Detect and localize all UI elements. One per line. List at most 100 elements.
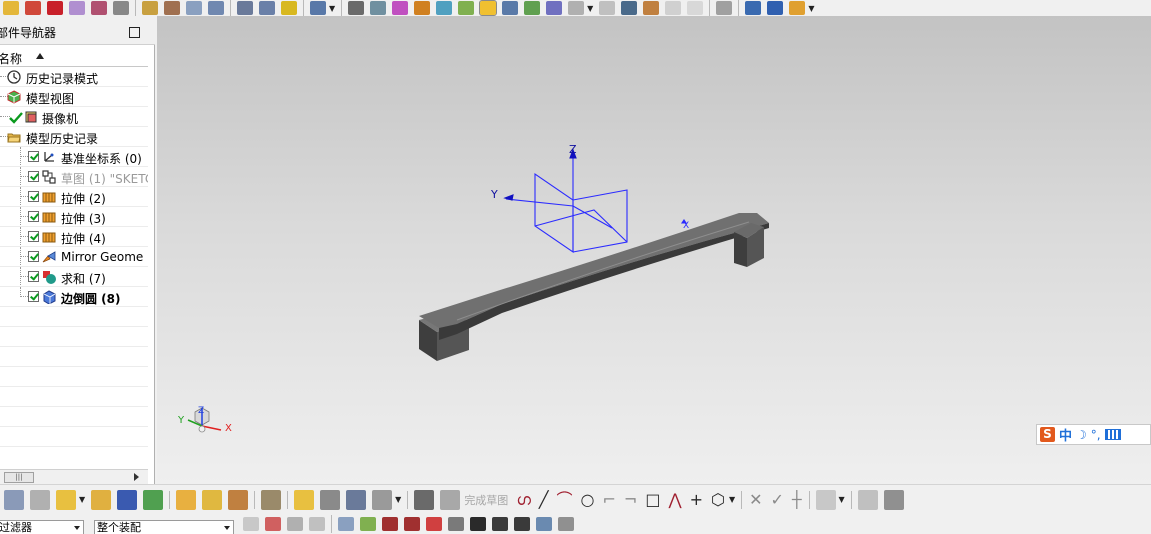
- tree-item-extrude-3[interactable]: 拉伸 (3): [0, 207, 148, 227]
- visibility-checkbox[interactable]: [28, 191, 39, 202]
- scroll-right-arrow-icon[interactable]: [134, 473, 139, 481]
- view-cube-icon[interactable]: [599, 1, 616, 15]
- polygon-icon[interactable]: ⋀: [668, 490, 681, 509]
- assembly-navigator-icon[interactable]: [30, 489, 50, 510]
- fillet-icon[interactable]: ⌐: [603, 490, 616, 509]
- tree-item-extrude-2[interactable]: 拉伸 (2): [0, 187, 148, 207]
- tree-item-sketch[interactable]: 草图 (1) "SKETC: [0, 167, 148, 187]
- texture-icon[interactable]: [643, 1, 660, 15]
- bar-icon[interactable]: [558, 517, 574, 531]
- spring-icon[interactable]: [259, 1, 275, 15]
- line-icon[interactable]: ╱: [539, 490, 549, 509]
- cube-icon[interactable]: [69, 1, 85, 15]
- tree-item-unite[interactable]: 求和 (7): [0, 267, 148, 287]
- circle-icon[interactable]: ○: [581, 490, 595, 509]
- arch-icon[interactable]: [502, 1, 519, 15]
- view-top-icon[interactable]: [687, 1, 704, 15]
- type-filter-select[interactable]: 过滤器: [0, 519, 84, 534]
- tree-item-mirror-geometry[interactable]: Mirror Geome: [0, 247, 148, 267]
- existing-point-icon[interactable]: [492, 517, 508, 531]
- control-point-icon[interactable]: [404, 517, 420, 531]
- shaded-icon[interactable]: [479, 0, 498, 16]
- offset-curve-icon[interactable]: ⬡: [711, 490, 725, 509]
- view-front-icon[interactable]: [621, 1, 638, 15]
- make-corner-icon[interactable]: ┼: [792, 490, 802, 509]
- quick-extend-icon[interactable]: ✓: [771, 490, 784, 509]
- dropdown-arrow-icon[interactable]: ▼: [808, 4, 814, 13]
- sketch-task-icon[interactable]: [414, 489, 435, 510]
- point-on-curve-icon[interactable]: [514, 517, 530, 531]
- assembly-constraints-icon[interactable]: [202, 489, 223, 510]
- tree-item-model-views[interactable]: 模型视图: [0, 87, 148, 107]
- move-component-icon[interactable]: [176, 489, 197, 510]
- dropdown-arrow-icon[interactable]: ▼: [329, 4, 335, 13]
- endpoint-icon[interactable]: [360, 517, 376, 531]
- snap-point-icon[interactable]: [287, 517, 303, 531]
- view-iso-icon[interactable]: [665, 1, 682, 15]
- chamfer-icon[interactable]: ¬: [624, 490, 637, 509]
- sequence-icon[interactable]: [320, 489, 341, 510]
- analysis-icon[interactable]: [310, 1, 326, 15]
- wrench-icon[interactable]: [370, 1, 387, 15]
- tree-item-history-mode[interactable]: 历史记录模式: [0, 67, 148, 87]
- studio-icon[interactable]: [546, 1, 563, 15]
- tree-item-edge-blend[interactable]: 边倒圆 (8): [0, 287, 148, 307]
- intersection-icon[interactable]: [426, 517, 442, 531]
- constraint-nav-icon[interactable]: [228, 489, 249, 510]
- layer-visible-icon[interactable]: [767, 1, 784, 15]
- sogou-logo-icon[interactable]: S: [1040, 427, 1055, 442]
- render-icon[interactable]: [436, 1, 453, 15]
- dropdown-arrow-icon[interactable]: ▼: [395, 495, 401, 504]
- maximize-icon[interactable]: [129, 27, 140, 38]
- landscape-icon[interactable]: [524, 1, 541, 15]
- paint-icon[interactable]: [458, 1, 475, 15]
- exploded-view-icon[interactable]: [261, 489, 282, 510]
- show-constraints-icon[interactable]: [883, 489, 904, 510]
- color-icon[interactable]: [392, 1, 409, 15]
- arc-center-icon[interactable]: [448, 517, 464, 531]
- quick-trim-icon[interactable]: ✕: [749, 490, 762, 509]
- rectangle-icon[interactable]: □: [645, 490, 660, 509]
- body-select-icon[interactable]: [338, 517, 354, 531]
- spline-icon[interactable]: [164, 1, 180, 15]
- arc-icon[interactable]: ⌒: [557, 490, 573, 509]
- geometric-constraint-icon[interactable]: [857, 489, 878, 510]
- tree-item-model-history[interactable]: 模型历史记录: [0, 127, 148, 147]
- tree-item-datum-csys[interactable]: 基准坐标系 (0): [0, 147, 148, 167]
- finish-sketch-icon[interactable]: [440, 489, 461, 510]
- ime-half-width-icon[interactable]: ☽: [1076, 428, 1087, 442]
- keyboard-icon[interactable]: [1104, 429, 1121, 440]
- database-icon[interactable]: [237, 1, 253, 15]
- selection-scope-select[interactable]: 整个装配: [94, 519, 234, 534]
- product-outline-icon[interactable]: [372, 489, 393, 510]
- measure-icon[interactable]: [281, 1, 297, 15]
- move-layer-icon[interactable]: [789, 1, 806, 15]
- point-icon[interactable]: [142, 1, 158, 15]
- pin-icon[interactable]: [25, 1, 41, 15]
- point-on-face-icon[interactable]: [536, 517, 552, 531]
- point-plus-icon[interactable]: +: [690, 490, 703, 509]
- visibility-checkbox[interactable]: [28, 171, 39, 182]
- visibility-checkbox[interactable]: [28, 231, 39, 242]
- material-icon[interactable]: [414, 1, 431, 15]
- plus-icon[interactable]: [113, 1, 129, 15]
- mirror-assembly-icon[interactable]: [117, 489, 138, 510]
- assembly-icon[interactable]: [4, 489, 24, 510]
- clearance-icon[interactable]: [346, 489, 367, 510]
- dropdown-arrow-icon[interactable]: ▼: [587, 4, 593, 13]
- visibility-checkbox[interactable]: [28, 211, 39, 222]
- ime-punctuation-toggle[interactable]: °,: [1091, 428, 1101, 442]
- graphics-window[interactable]: Z Y X Z X Y: [157, 16, 1151, 484]
- quadrant-icon[interactable]: [470, 517, 486, 531]
- pdf-icon[interactable]: [47, 1, 63, 15]
- scrollbar-thumb[interactable]: |||: [4, 472, 34, 483]
- checkmark-icon[interactable]: [9, 111, 23, 125]
- wireframe-icon[interactable]: [568, 1, 585, 15]
- navigator-column-header[interactable]: 名称: [0, 46, 148, 67]
- print-icon[interactable]: [348, 1, 365, 15]
- layer-icon[interactable]: [208, 1, 224, 15]
- select-all-icon[interactable]: [265, 517, 281, 531]
- layer-settings-icon[interactable]: [745, 1, 762, 15]
- visibility-checkbox[interactable]: [28, 251, 39, 262]
- section-icon[interactable]: [716, 1, 733, 15]
